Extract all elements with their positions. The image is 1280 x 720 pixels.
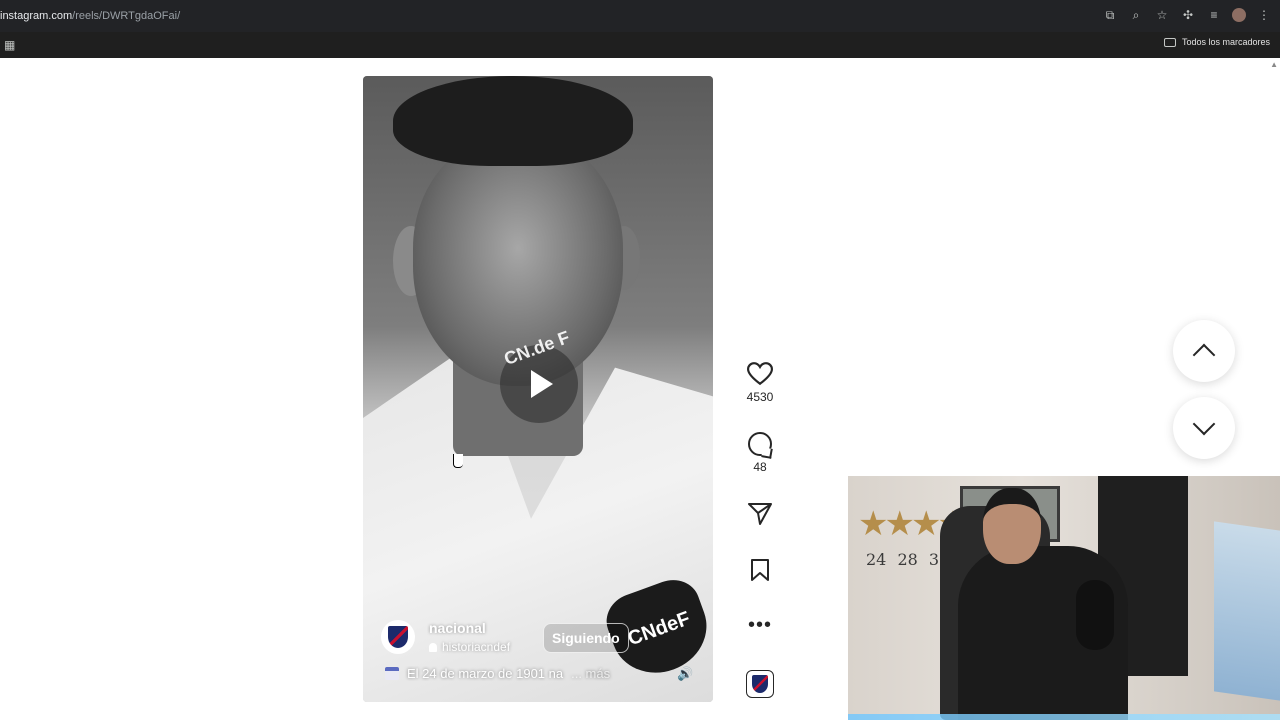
media-controls-icon[interactable]: ≡ [1206, 7, 1222, 23]
like-count: 4530 [746, 390, 774, 404]
webcam-microphone [1076, 580, 1114, 650]
webcam-overlay: ★★★★ 24 28 30 50 [848, 476, 1280, 720]
all-bookmarks-button[interactable]: Todos los marcadores [1163, 37, 1270, 47]
folder-icon [1163, 37, 1176, 47]
webcam-led-strip [848, 714, 1280, 720]
chevron-up-icon [1192, 343, 1216, 367]
comment-count: 48 [753, 460, 767, 474]
club-shield-icon [388, 626, 408, 648]
zoom-icon[interactable]: ⌕ [1128, 7, 1144, 23]
mouse-cursor [453, 454, 463, 468]
address-field[interactable]: instagram.com/reels/DWRTgdaOFai/ [0, 10, 180, 22]
bookmark-star-icon[interactable]: ☆ [1154, 7, 1170, 23]
profile-avatar[interactable] [1232, 8, 1246, 22]
scrollbar-up-arrow-icon[interactable]: ▲ [1270, 60, 1278, 69]
share-send-icon [748, 503, 772, 525]
url-host: instagram.com [0, 10, 73, 22]
play-icon [531, 370, 553, 398]
heart-icon [747, 362, 773, 386]
caption-more-link[interactable]: ... más [571, 666, 610, 681]
reel-caption[interactable]: El 24 de marzo de 1901 na ... más [385, 666, 655, 681]
person-icon [429, 642, 437, 652]
original-audio-action[interactable] [738, 670, 782, 698]
comment-icon [748, 432, 772, 456]
calendar-emoji-icon [385, 667, 399, 680]
save-action[interactable] [738, 558, 782, 582]
bookmarks-bar: ▦ Todos los marcadores [0, 32, 1280, 58]
following-button[interactable]: Siguiendo [543, 623, 629, 653]
webcam-poster [1214, 521, 1280, 701]
url-path: /reels/DWRTgdaOFai/ [72, 10, 181, 22]
reel-video[interactable]: CNdeF CN.de F nacional historiacndef Sig… [363, 76, 713, 702]
more-options-icon: ••• [747, 614, 772, 636]
webcam-person-head [983, 488, 1041, 564]
account-avatar[interactable] [381, 620, 415, 654]
bookmark-icon [751, 559, 769, 581]
audio-thumbnail [746, 670, 774, 698]
extensions-icon[interactable]: ✣ [1180, 7, 1196, 23]
browser-url-bar: instagram.com/reels/DWRTgdaOFai/ ⧉ ⌕ ☆ ✣… [0, 0, 1280, 32]
share-action[interactable] [738, 502, 782, 526]
collab-account[interactable]: historiacndef [429, 640, 510, 654]
apps-grid-icon[interactable]: ▦ [4, 38, 15, 52]
previous-reel-button[interactable] [1173, 320, 1235, 382]
club-shield-icon [752, 675, 768, 693]
comment-action[interactable]: 48 [738, 432, 782, 474]
browser-menu-icon[interactable]: ⋮ [1256, 7, 1272, 23]
account-name[interactable]: nacional [429, 620, 486, 636]
reel-photo-hair [393, 76, 633, 166]
more-options-action[interactable]: ••• [738, 614, 782, 636]
all-bookmarks-label: Todos los marcadores [1181, 37, 1270, 47]
install-app-icon[interactable]: ⧉ [1102, 7, 1118, 23]
next-reel-button[interactable] [1173, 397, 1235, 459]
chevron-down-icon [1192, 412, 1216, 436]
caption-text: El 24 de marzo de 1901 na [407, 666, 564, 681]
speaker-icon[interactable]: 🔊 [677, 666, 697, 682]
like-action[interactable]: 4530 [738, 362, 782, 404]
collab-account-label: historiacndef [442, 640, 511, 654]
url-bar-actions: ⧉ ⌕ ☆ ✣ ≡ ⋮ [1102, 7, 1272, 23]
